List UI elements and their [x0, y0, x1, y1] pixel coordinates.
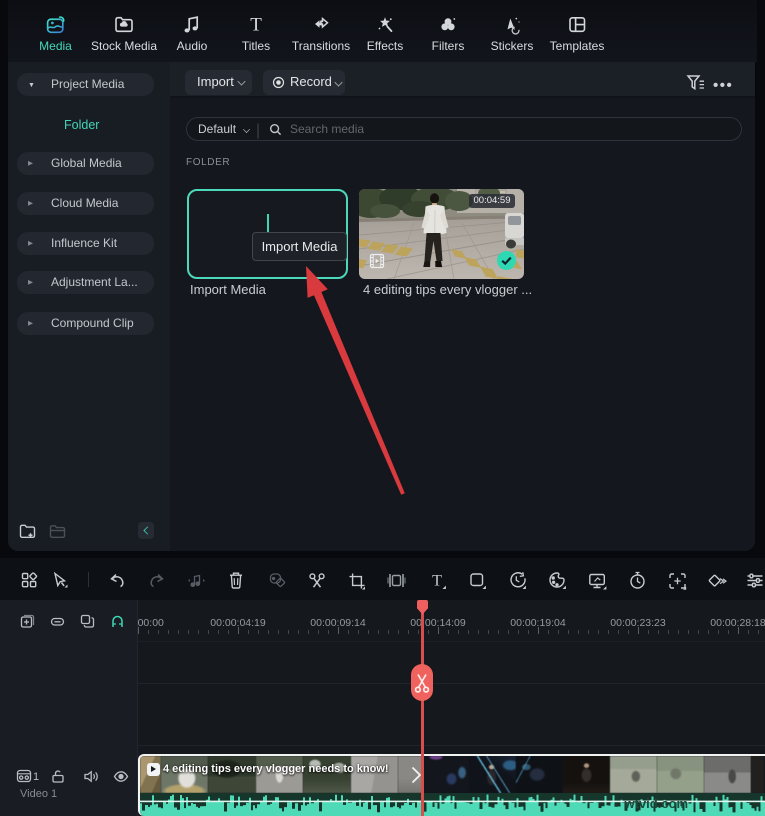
svg-text:T: T — [250, 15, 262, 36]
svg-text:T: T — [432, 573, 442, 590]
